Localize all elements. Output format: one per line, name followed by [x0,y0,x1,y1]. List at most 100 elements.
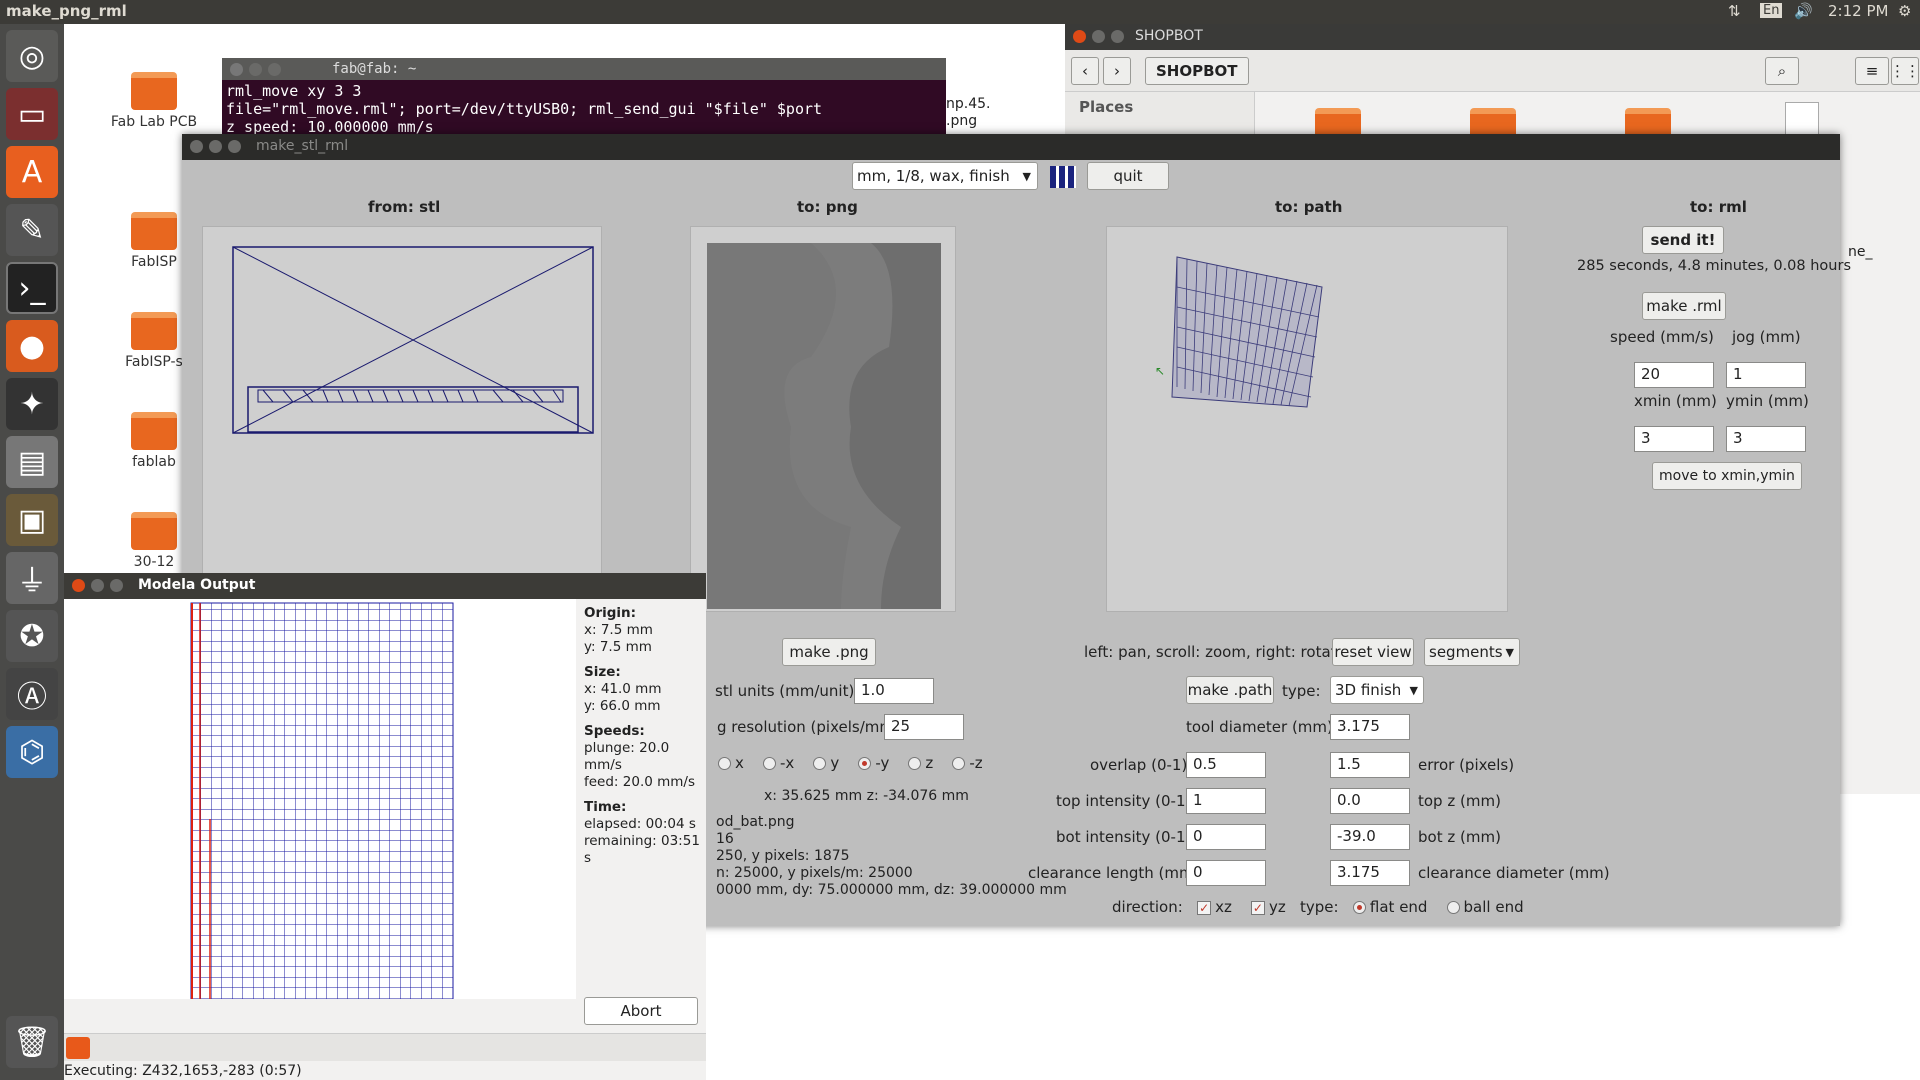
grid-logo-icon [1050,166,1076,188]
usb-icon[interactable]: ⏚ [6,552,58,604]
bot-intensity-input[interactable]: 0 [1186,824,1266,850]
stl-column-heading: from: stl [368,198,441,216]
abort-button[interactable]: Abort [584,997,698,1025]
disk-icon[interactable]: ▤ [6,436,58,488]
terminal-titlebar: fab@fab: ~ [222,58,946,80]
maximize-icon[interactable] [1111,30,1124,43]
trash-icon[interactable]: 🗑 [6,1016,58,1068]
files-icon[interactable]: ▭ [6,88,58,140]
make-png-button[interactable]: make .png [782,638,876,666]
folder-icon [131,72,177,110]
axis-radio-neg-y[interactable]: -y [858,754,889,772]
terminal-icon[interactable]: ›_ [6,262,58,314]
terminal-output[interactable]: rml_move xy 3 3 file="rml_move.rml"; por… [222,80,946,138]
stl-units-input[interactable]: 1.0 [854,678,934,704]
clearance-length-input[interactable]: 0 [1186,860,1266,886]
file-label: .png [946,113,978,129]
maximize-icon[interactable] [268,63,281,76]
speed-input[interactable]: 20 [1634,362,1714,388]
forward-button[interactable]: › [1103,57,1131,85]
python-icon[interactable]: ⌬ [6,726,58,778]
settings-icon[interactable]: ✎ [6,204,58,256]
folder-icon [131,412,177,450]
error-input[interactable]: 1.5 [1330,752,1410,778]
bot-z-input[interactable]: -39.0 [1330,824,1410,850]
preset-select[interactable]: mm, 1/8, wax, finish ▼ [852,162,1038,190]
axis-radio-z[interactable]: z [908,754,933,772]
close-icon[interactable] [1073,30,1086,43]
desktop-folder[interactable]: Fab Lab PCB [99,72,209,130]
axis-radio-neg-x[interactable]: -x [762,754,794,772]
gimp-icon[interactable]: ✪ [6,610,58,662]
volume-icon[interactable]: 🔊 [1794,2,1813,20]
overlap-label: overlap (0-1) [1090,756,1188,774]
axis-radio-x[interactable]: x [718,754,744,772]
close-icon[interactable] [72,579,85,592]
xmin-input[interactable]: 3 [1634,426,1714,452]
document-viewer-icon[interactable]: ▣ [6,494,58,546]
minimize-icon[interactable] [1092,30,1105,43]
gear-icon[interactable]: ⚙ [1898,2,1911,20]
axis-radio-group: x -x y -y z -z [718,754,983,772]
back-button[interactable]: ‹ [1071,57,1099,85]
clearance-length-label: clearance length (mm) [1028,864,1200,882]
png-view[interactable] [690,226,956,612]
minimize-icon[interactable] [91,579,104,592]
axis-radio-neg-z[interactable]: -z [952,754,983,772]
make-rml-button[interactable]: make .rml [1642,292,1726,320]
maximize-icon[interactable] [228,140,241,153]
firefox-icon[interactable]: ● [6,320,58,372]
ball-end-radio[interactable]: ball end [1446,898,1524,916]
launcher: ◎ ▭ A ✎ ›_ ● ✦ ▤ ▣ ⏚ ✪ Ⓐ ⌬ 🗑 [0,24,64,1080]
ymin-input[interactable]: 3 [1726,426,1806,452]
flat-end-radio[interactable]: flat end [1352,898,1427,916]
keyboard-layout-indicator[interactable]: En [1760,3,1783,18]
quit-button[interactable]: quit [1087,162,1169,190]
clock[interactable]: 2:12 PM [1828,2,1888,20]
png-info: n: 25000, y pixels/m: 25000 [716,865,913,881]
tool-diameter-input[interactable]: 3.175 [1330,714,1410,740]
coordinate-readout: x: 35.625 mm z: -34.076 mm [764,788,969,804]
resolution-input[interactable]: 25 [884,714,964,740]
overlap-input[interactable]: 0.5 [1186,752,1266,778]
view-hint: left: pan, scroll: zoom, right: rotate [1084,643,1346,661]
top-intensity-input[interactable]: 1 [1186,788,1266,814]
grid-view-icon[interactable]: ⋮⋮ [1890,57,1920,85]
search-icon[interactable]: ⌕ [1765,57,1799,85]
progress-bar [64,1033,706,1061]
location-button[interactable]: SHOPBOT [1145,57,1249,85]
network-icon[interactable]: ⇅ [1728,2,1741,20]
software-center-icon[interactable]: A [6,146,58,198]
updater-icon[interactable]: Ⓐ [6,668,58,720]
jog-input[interactable]: 1 [1726,362,1806,388]
move-to-xmin-ymin-button[interactable]: move to xmin,ymin [1652,462,1802,490]
ymin-label: ymin (mm) [1726,392,1809,410]
time-estimate: 285 seconds, 4.8 minutes, 0.08 hours [1577,258,1852,274]
close-icon[interactable] [230,63,243,76]
tool-diameter-label: tool diameter (mm) [1186,718,1333,736]
minimize-icon[interactable] [249,63,262,76]
minimize-icon[interactable] [209,140,222,153]
close-icon[interactable] [190,140,203,153]
menu-icon[interactable]: ≡ [1855,57,1889,85]
maximize-icon[interactable] [110,579,123,592]
stl-view[interactable] [202,226,602,606]
folder-icon [131,512,177,550]
send-it-button[interactable]: send it! [1642,226,1724,254]
clearance-diameter-input[interactable]: 3.175 [1330,860,1410,886]
places-heading: Places [1079,98,1134,116]
path-view[interactable]: ↖ [1106,226,1508,612]
path-type-select[interactable]: 3D finish ▼ [1330,676,1424,704]
job-info: Origin: x: 7.5 mm y: 7.5 mm Size: x: 41.… [584,605,700,866]
reset-view-button[interactable]: reset view [1332,638,1414,666]
axis-radio-y[interactable]: y [813,754,839,772]
dash-icon[interactable]: ◎ [6,30,58,82]
top-z-input[interactable]: 0.0 [1330,788,1410,814]
yz-checkbox[interactable]: ✓ yz [1250,898,1286,916]
xz-checkbox[interactable]: ✓ xz [1197,898,1232,916]
modela-output-window: Modela Output Origin: x: 7.5 mm y: 7.5 m… [64,573,706,1080]
inkscape-icon[interactable]: ✦ [6,378,58,430]
make-path-button[interactable]: make .path [1186,676,1274,704]
status-bar: Executing: Z432,1653,-283 (0:57) [64,1063,302,1079]
segments-select[interactable]: segments ▼ [1424,638,1520,666]
